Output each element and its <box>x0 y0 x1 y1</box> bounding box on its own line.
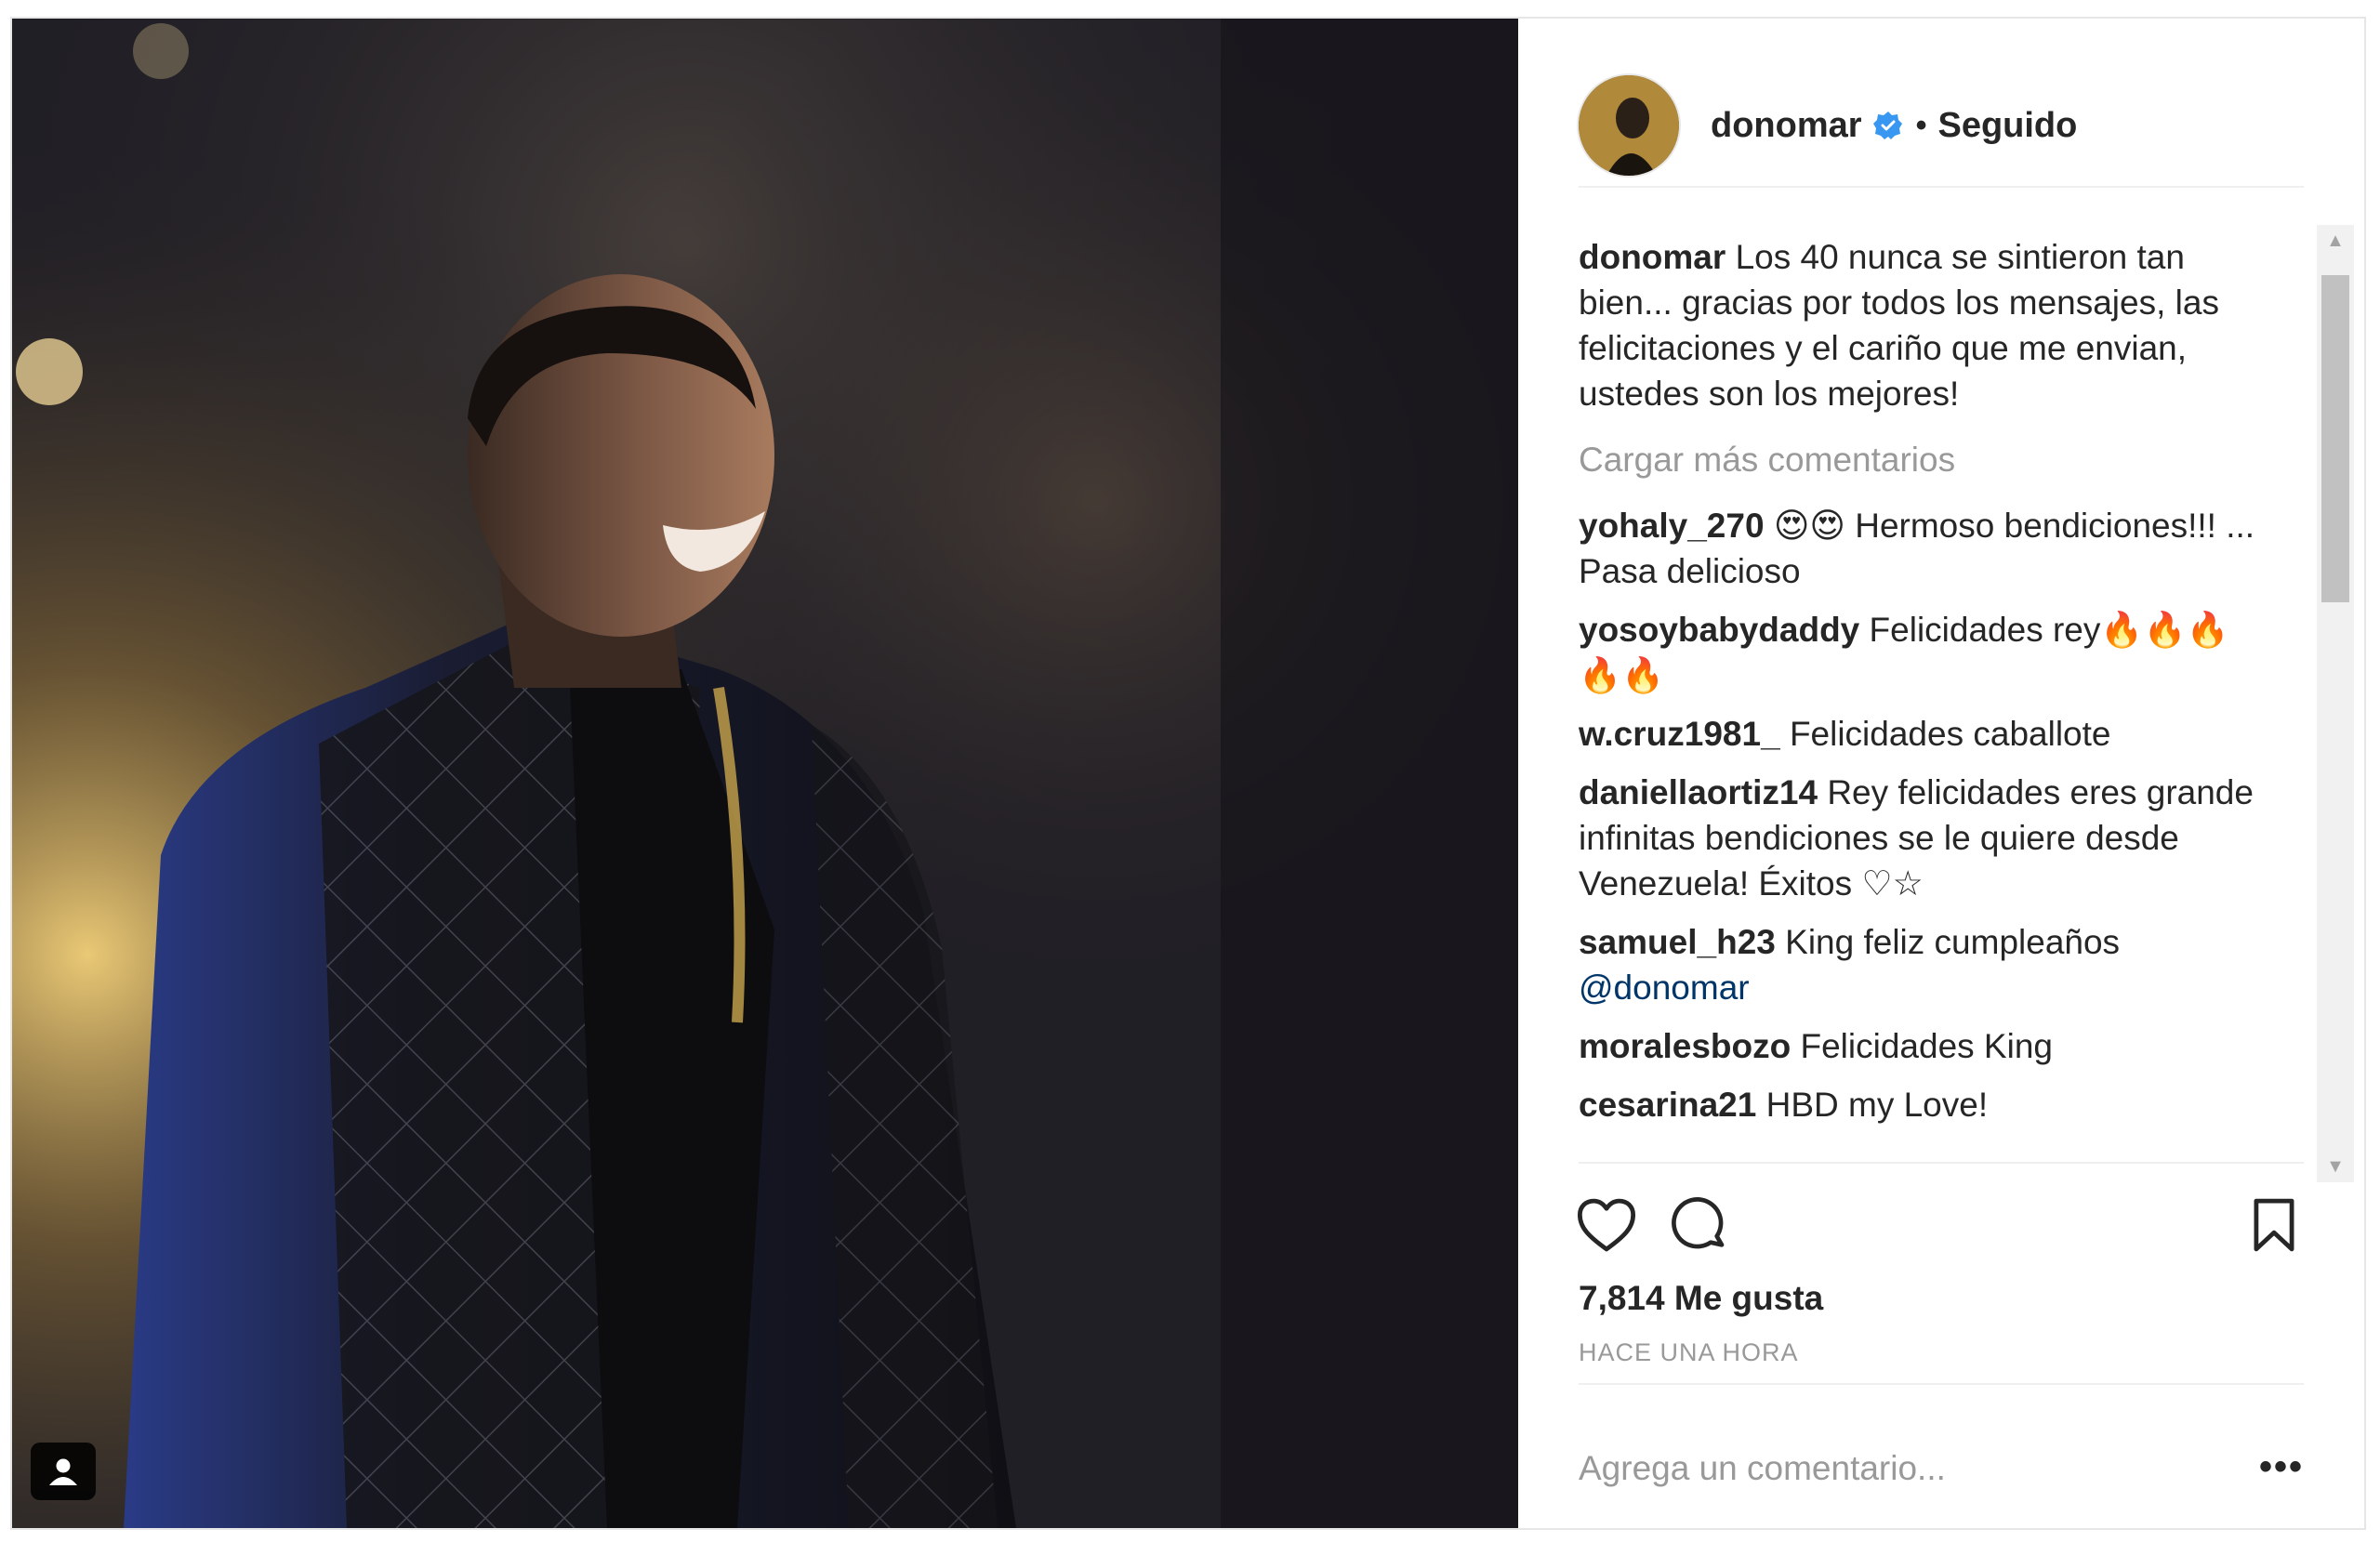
comment-username[interactable]: samuel_h23 <box>1579 923 1776 961</box>
comment-text: Felicidades caballote <box>1789 715 2111 753</box>
heart-icon[interactable] <box>1573 1192 1640 1258</box>
post-photo[interactable] <box>12 19 1518 1528</box>
verified-badge-icon <box>1872 111 1903 140</box>
bookmark-icon[interactable] <box>2241 1192 2307 1258</box>
add-comment-input[interactable] <box>1579 1441 2155 1496</box>
comment-username[interactable]: w.cruz1981_ <box>1579 715 1780 753</box>
comment-username[interactable]: cesarina21 <box>1579 1086 1756 1124</box>
comments-scrollbar[interactable]: ▲ ▼ <box>2317 225 2354 1182</box>
caption-username[interactable]: donomar <box>1579 238 1726 276</box>
post-caption: donomar Los 40 nunca se sintieron tan bi… <box>1579 234 2270 416</box>
comment-text: Felicidades King <box>1800 1027 2053 1065</box>
comment-text: HBD my Love! <box>1765 1086 1989 1124</box>
post-header: donomar • Seguido <box>1579 65 2304 188</box>
performer-photo <box>12 19 1518 1528</box>
scrollbar-thumb[interactable] <box>2321 275 2349 602</box>
divider <box>1579 1162 2304 1164</box>
post-actions <box>1577 1192 2307 1266</box>
comment-username[interactable]: moralesbozo <box>1579 1027 1791 1065</box>
scroll-down-arrow-icon[interactable]: ▼ <box>2317 1151 2354 1182</box>
comments-list[interactable]: donomar Los 40 nunca se sintieron tan bi… <box>1579 234 2270 1178</box>
comment-username[interactable]: yosoybabydaddy <box>1579 611 1859 649</box>
comment-text: King feliz cumpleaños <box>1785 923 2121 961</box>
comment-item: daniellaortiz14 Rey felicidades eres gra… <box>1579 770 2270 906</box>
post-side-panel: donomar • Seguido donomar Los 40 nunca s… <box>1519 19 2363 1528</box>
load-more-comments-button[interactable]: Cargar más comentarios <box>1579 437 2270 482</box>
comment-username[interactable]: yohaly_270 <box>1579 507 1765 545</box>
divider <box>1579 1383 2304 1385</box>
comment-bubble-icon[interactable] <box>1666 1192 1733 1258</box>
comment-item: cesarina21 HBD my Love! <box>1579 1082 2270 1127</box>
follow-separator: • <box>1915 107 1927 143</box>
comment-item: yohaly_270 😍😍 Hermoso bendiciones!!! ...… <box>1579 503 2270 594</box>
follow-status-button[interactable]: Seguido <box>1937 106 2077 146</box>
user-tag-icon[interactable] <box>31 1443 96 1500</box>
comment-item: samuel_h23 King feliz cumpleaños @donoma… <box>1579 919 2270 1010</box>
more-options-icon[interactable]: ••• <box>2254 1439 2309 1495</box>
comment-item: moralesbozo Felicidades King <box>1579 1023 2270 1069</box>
avatar[interactable] <box>1579 75 1679 176</box>
likes-count[interactable]: 7,814 Me gusta <box>1579 1279 1823 1318</box>
comment-username[interactable]: daniellaortiz14 <box>1579 773 1818 811</box>
post-timestamp: HACE UNA HORA <box>1579 1338 1799 1366</box>
comment-item: w.cruz1981_ Felicidades caballote <box>1579 711 2270 757</box>
scroll-up-arrow-icon[interactable]: ▲ <box>2317 225 2354 257</box>
comment-mention-link[interactable]: @donomar <box>1579 969 1750 1007</box>
comment-item: yosoybabydaddy Felicidades rey🔥🔥🔥🔥🔥 <box>1579 607 2270 698</box>
post-username[interactable]: donomar <box>1711 106 1862 146</box>
